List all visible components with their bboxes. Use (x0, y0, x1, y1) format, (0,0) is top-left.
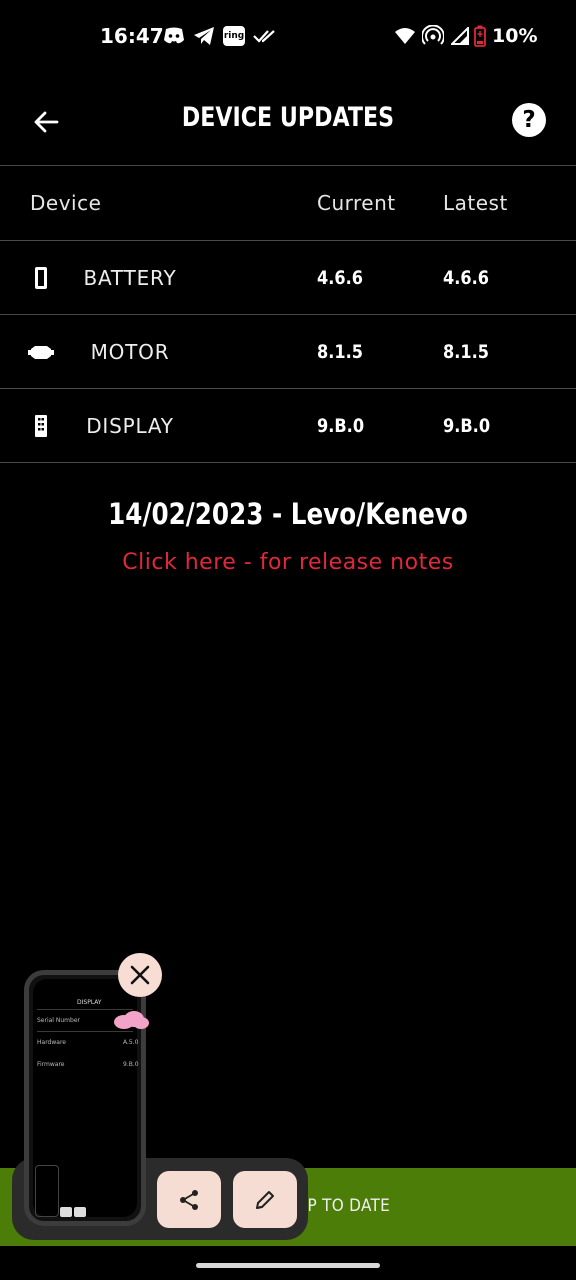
telegram-icon (192, 24, 216, 48)
share-icon (180, 1189, 198, 1210)
status-bar: 16:47 ring 10% (0, 0, 576, 74)
thumb-row-value: 9.B.0 (123, 1061, 139, 1068)
device-name: MOTOR (90, 340, 170, 364)
thumb-row-label: Serial Number (37, 1017, 80, 1024)
column-current: Current (317, 191, 396, 215)
double-check-icon (252, 24, 278, 48)
sticker-cloud-icon (114, 1011, 149, 1029)
thumb-row-label: Hardware (37, 1039, 66, 1046)
column-device: Device (30, 191, 102, 215)
release-date: 14/02/2023 - Levo/Kenevo (108, 497, 468, 531)
help-icon: ? (522, 107, 536, 133)
edit-icon (256, 1190, 274, 1209)
current-version: 8.1.5 (317, 341, 363, 363)
home-indicator[interactable] (196, 1263, 380, 1268)
help-button[interactable]: ? (512, 103, 546, 137)
share-button[interactable] (157, 1171, 221, 1228)
latest-version: 4.6.6 (443, 267, 489, 289)
column-latest: Latest (443, 191, 508, 215)
thumb-nested-button (60, 1207, 72, 1217)
device-name: DISPLAY (86, 414, 174, 438)
device-row-display[interactable]: DISPLAY 9.B.0 9.B.0 (0, 389, 576, 463)
ring-label: ring (223, 26, 245, 46)
close-icon (130, 965, 150, 985)
battery-low-icon (473, 24, 487, 48)
current-version: 9.B.0 (317, 415, 365, 437)
thumb-row-value: A.5.0 (123, 1039, 139, 1046)
latest-version: 9.B.0 (443, 415, 491, 437)
thumb-divider (37, 1031, 133, 1032)
screenshot-thumbnail[interactable]: DISPLAY Serial Number Hardware A.5.0 Fir… (24, 970, 146, 1226)
ring-icon: ring (222, 24, 246, 48)
release-notes-link[interactable]: Click here - for release notes (0, 550, 576, 575)
app-header: DEVICE UPDATES ? (0, 74, 576, 166)
edit-button[interactable] (233, 1171, 297, 1228)
thumb-row-label: Firmware (37, 1061, 65, 1068)
thumb-title: DISPLAY (77, 999, 102, 1006)
update-status-text: UP TO DATE (296, 1196, 391, 1216)
hotspot-icon (421, 24, 445, 48)
table-header: Device Current Latest (0, 167, 576, 241)
close-screenshot-button[interactable] (118, 953, 162, 997)
signal-icon (449, 24, 471, 48)
page-title: DEVICE UPDATES (181, 102, 395, 133)
thumb-nested-preview (35, 1165, 59, 1217)
status-time: 16:47 (100, 24, 164, 48)
device-row-motor[interactable]: MOTOR 8.1.5 8.1.5 (0, 315, 576, 389)
wifi-icon (393, 24, 417, 48)
device-name: BATTERY (83, 266, 177, 290)
latest-version: 8.1.5 (443, 341, 489, 363)
device-row-battery[interactable]: BATTERY 4.6.6 4.6.6 (0, 241, 576, 315)
thumb-nested-button (74, 1207, 86, 1217)
discord-icon (162, 24, 186, 48)
current-version: 4.6.6 (317, 267, 363, 289)
battery-percent: 10% (492, 25, 538, 47)
thumb-home-indicator (69, 1223, 107, 1225)
